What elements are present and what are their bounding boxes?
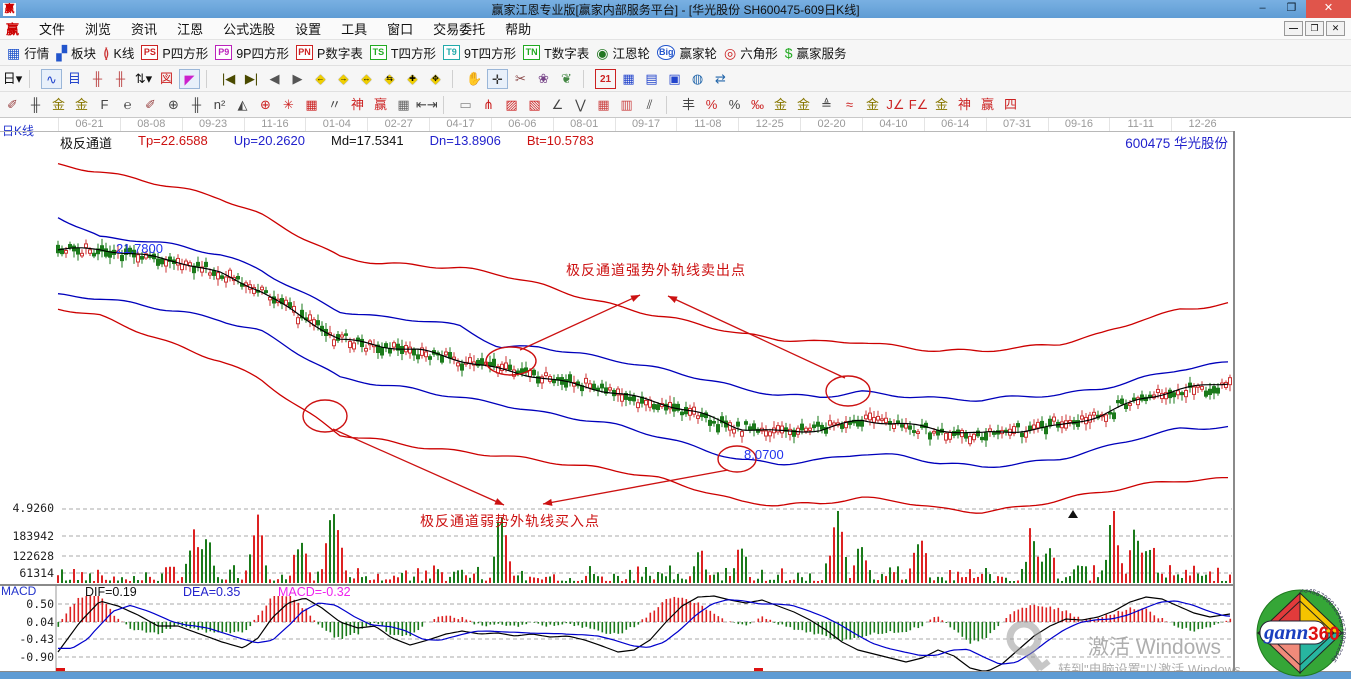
gann360-logo: 234567890123456789012345 gann 360 (1252, 589, 1349, 679)
panel-divider[interactable] (1233, 131, 1235, 672)
kline-chart-canvas[interactable] (0, 0, 1351, 679)
indicator-name: 极反通道 (60, 133, 112, 152)
windows-key-icon (998, 618, 1058, 674)
macd-macd-value: MACD=-0.32 (278, 585, 351, 599)
price-axis-label: 4.9260 (0, 501, 54, 515)
indicator-dn-value: Dn=13.8906 (430, 133, 501, 152)
upper-channel-price-tag: 21.7800 (116, 241, 163, 256)
volume-axis-label: 61314 (0, 566, 54, 580)
buy-point-annotation: 极反通道弱势外轨线买入点 (420, 511, 600, 531)
lower-channel-price-tag: 8.0700 (744, 447, 784, 462)
indicator-md-value: Md=17.5341 (331, 133, 404, 152)
volume-axis-label: 183942 (0, 529, 54, 543)
macd-axis-label: -0.90 (0, 650, 54, 664)
macd-axis-label: 0.04 (0, 615, 54, 629)
svg-text:360: 360 (1308, 624, 1340, 645)
application-window: 赢 赢家江恩专业版[赢家内部服务平台] - [华光股份 SH600475-609… (0, 0, 1351, 679)
macd-dif-value: DIF=0.19 (85, 585, 137, 599)
pane-label-macd: MACD (1, 584, 36, 598)
indicator-bt-value: Bt=10.5783 (527, 133, 594, 152)
indicator-up-value: Up=20.2620 (234, 133, 305, 152)
sell-point-annotation: 极反通道强势外轨线卖出点 (566, 260, 746, 280)
indicator-info-line: 极反通道 Tp=22.6588 Up=20.2620 Md=17.5341 Dn… (60, 133, 594, 152)
status-bar (0, 672, 1351, 679)
indicator-tp-value: Tp=22.6588 (138, 133, 208, 152)
macd-dea-value: DEA=0.35 (183, 585, 240, 599)
activate-windows-watermark: 激活 Windows (1088, 631, 1221, 661)
macd-axis-label: -0.43 (0, 632, 54, 646)
svg-text:gann: gann (1263, 620, 1308, 644)
volume-axis-label: 122628 (0, 549, 54, 563)
stock-code-name: 600475 华光股份 (1125, 132, 1228, 152)
macd-axis-label: 0.50 (0, 597, 54, 611)
